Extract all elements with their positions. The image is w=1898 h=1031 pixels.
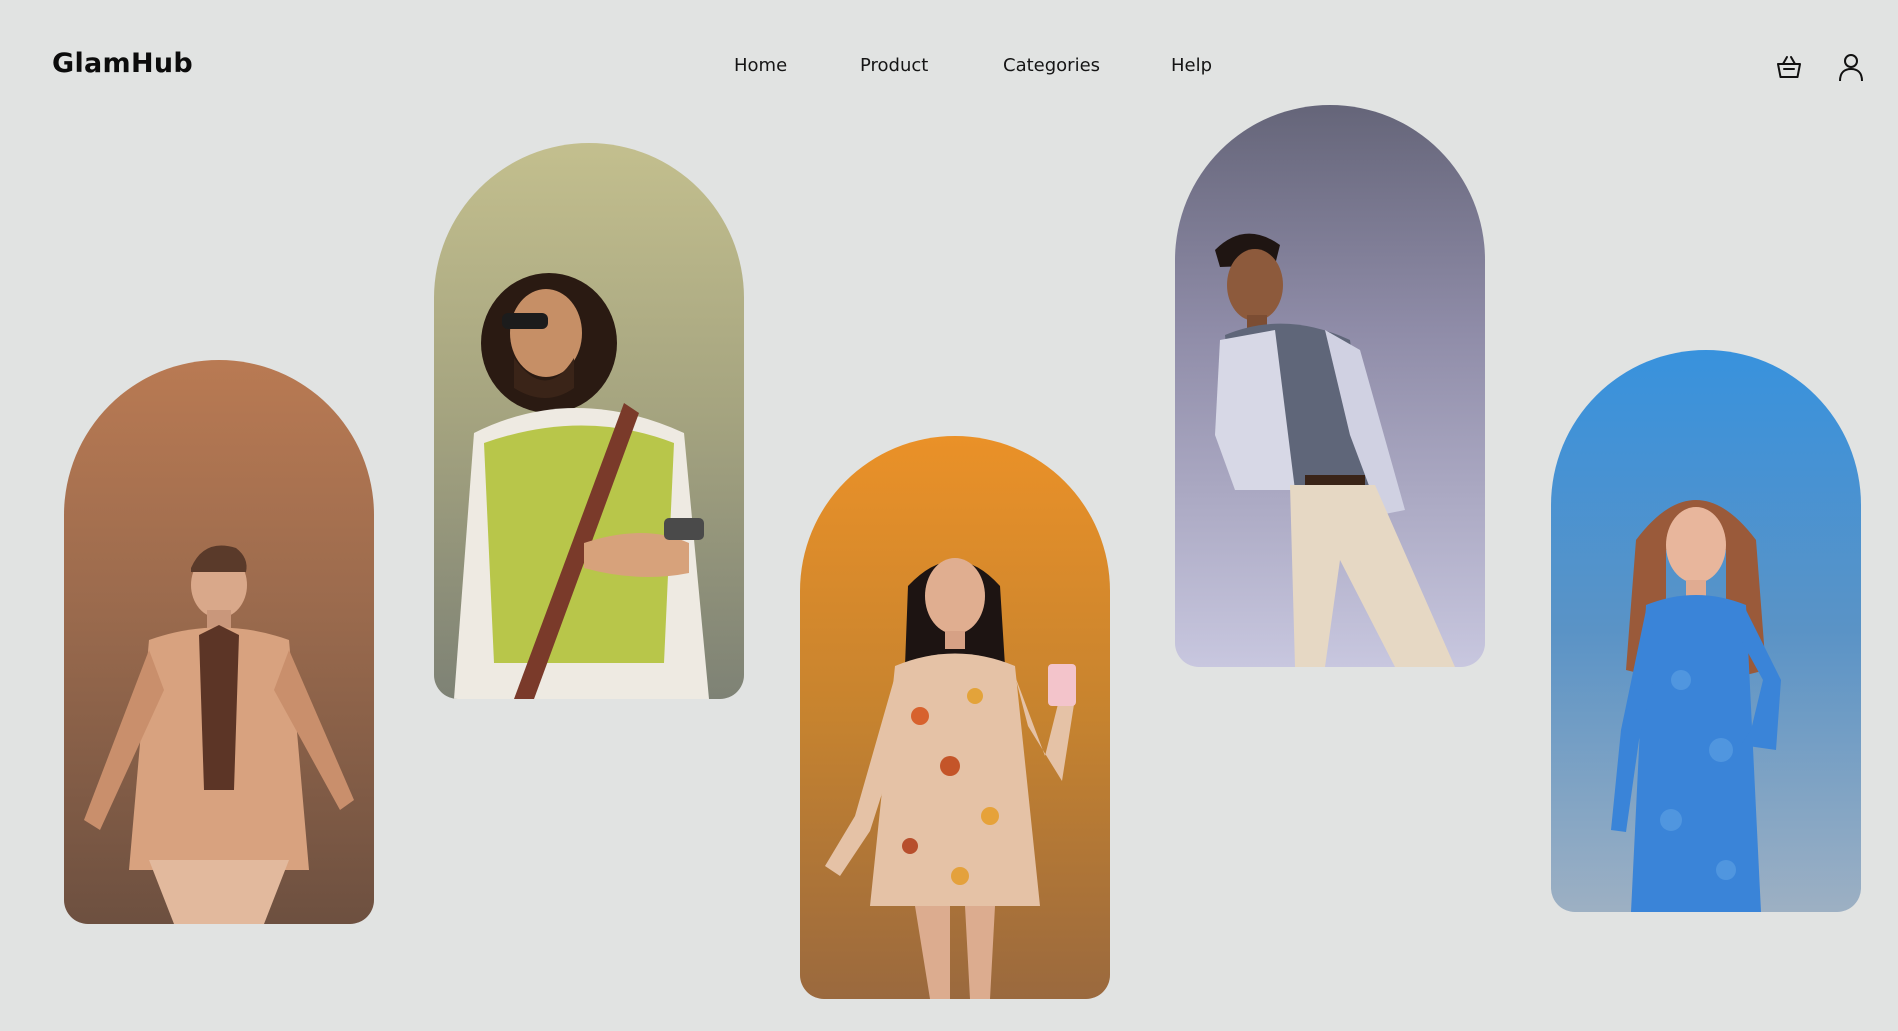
gallery-card-4[interactable]	[1175, 105, 1485, 667]
model-man-grey-blazer-image	[1215, 233, 1455, 667]
gallery-card-2[interactable]	[434, 143, 744, 699]
main-nav: Home Product Categories Help	[0, 55, 1898, 79]
model-woman-floral-dress-image	[825, 558, 1076, 999]
user-icon	[1839, 54, 1863, 82]
basket-icon	[1777, 56, 1801, 78]
nav-home[interactable]: Home	[734, 55, 787, 76]
site-header: GlamHub Home Product Categories Help	[0, 0, 1898, 130]
model-man-knit-vest-image	[454, 273, 709, 699]
model-man-beige-suit-image	[84, 545, 354, 924]
cart-button[interactable]	[1772, 50, 1806, 84]
nav-help[interactable]: Help	[1171, 55, 1212, 76]
account-button[interactable]	[1834, 50, 1868, 84]
nav-categories[interactable]: Categories	[1003, 55, 1100, 76]
gallery-card-5[interactable]	[1551, 350, 1861, 912]
nav-product[interactable]: Product	[860, 55, 928, 76]
model-woman-blue-dress-image	[1611, 500, 1781, 912]
gallery-card-1[interactable]	[64, 360, 374, 924]
gallery-card-3[interactable]	[800, 436, 1110, 999]
